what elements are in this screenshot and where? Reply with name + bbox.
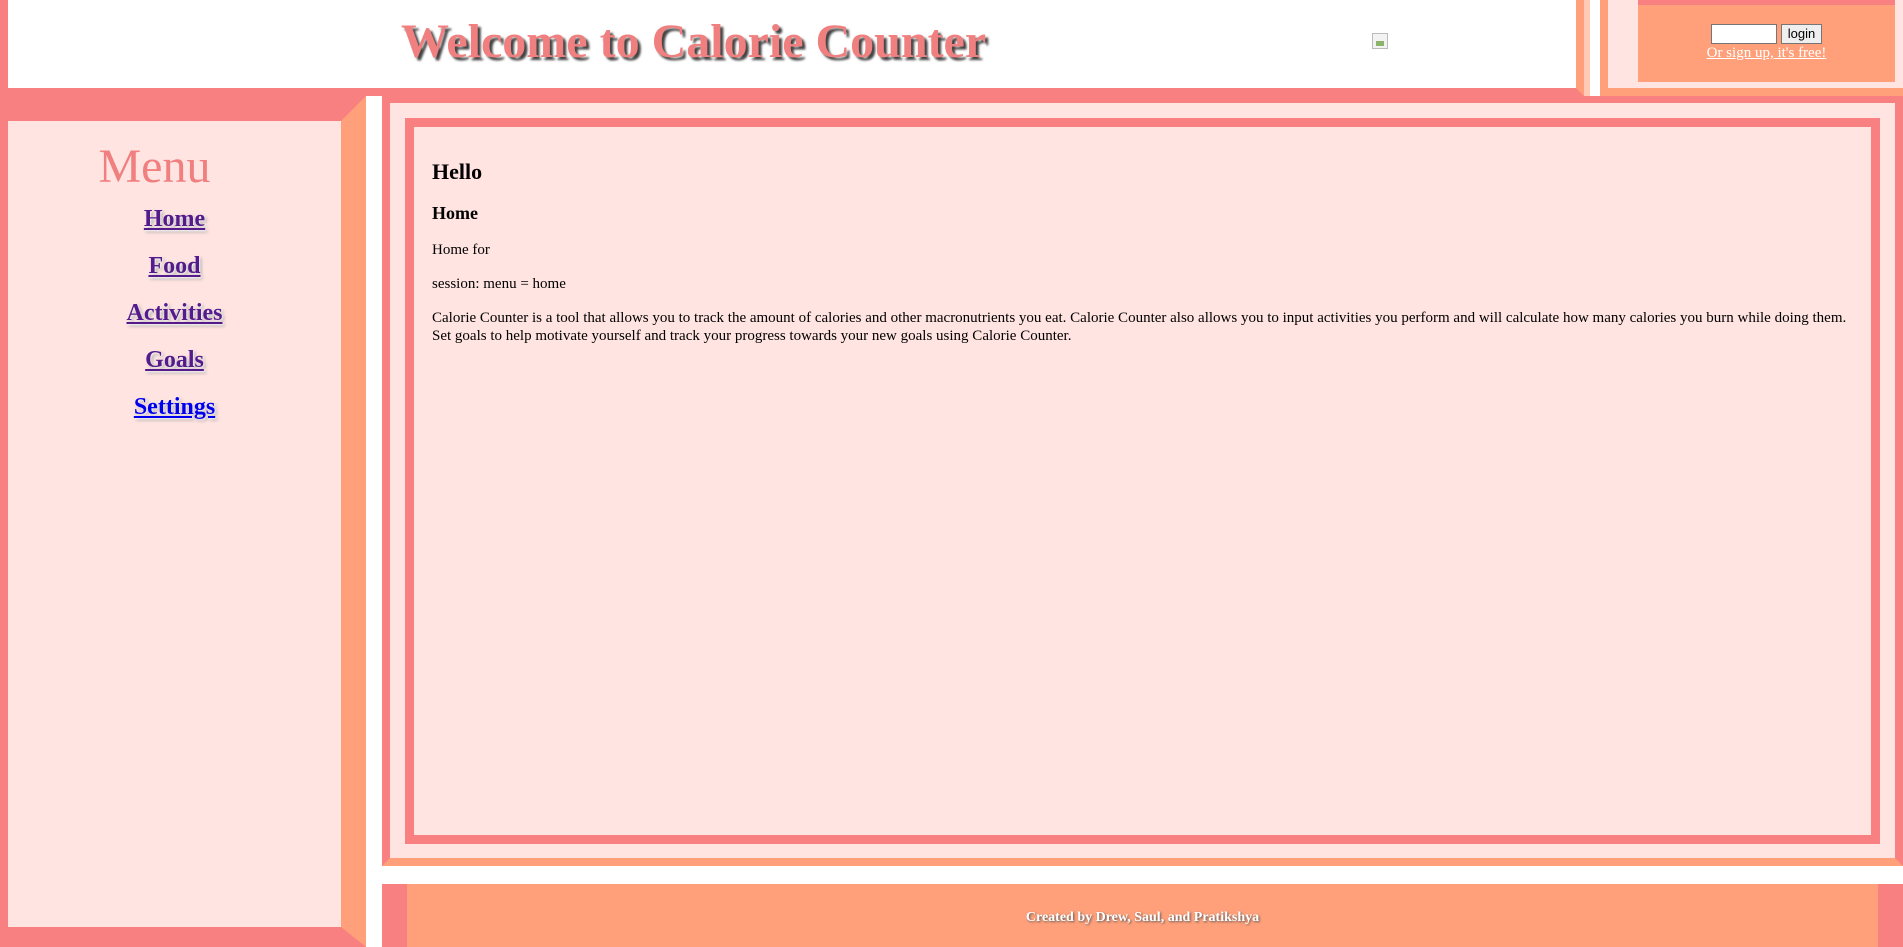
- main-content: Hello Home Home for session: menu = home…: [405, 118, 1880, 844]
- menu-link-food[interactable]: Food: [148, 253, 200, 279]
- login-form: login: [1638, 24, 1895, 44]
- menu-item-settings: Settings: [8, 394, 341, 441]
- menu-link-settings[interactable]: Settings: [134, 394, 215, 420]
- session-text: session: menu = home: [432, 275, 566, 292]
- menu-item-home: Home: [8, 206, 341, 253]
- section-heading: Home: [432, 203, 478, 224]
- home-for-text: Home for: [432, 241, 490, 258]
- login-panel: login Or sign up, it's free!: [1600, 0, 1903, 96]
- menu-title: Menu: [98, 140, 211, 193]
- header-gap: [1590, 0, 1600, 96]
- menu-item-activities: Activities: [8, 300, 341, 347]
- menu-item-goals: Goals: [8, 347, 341, 394]
- description-text: Calorie Counter is a tool that allows yo…: [432, 309, 1847, 344]
- greeting-heading: Hello: [432, 159, 483, 184]
- login-box: login Or sign up, it's free!: [1638, 0, 1895, 82]
- site-footer: Created by Drew, Saul, and Pratikshya: [382, 884, 1903, 947]
- broken-image-icon: [1372, 33, 1388, 49]
- main-content-frame: Hello Home Home for session: menu = home…: [382, 96, 1903, 866]
- login-button[interactable]: login: [1780, 24, 1823, 44]
- menu-item-food: Food: [8, 253, 341, 300]
- sidebar: Menu Home Food Activities Goals Settings: [0, 96, 366, 947]
- signup-link[interactable]: Or sign up, it's free!: [1638, 45, 1895, 62]
- menu-link-home[interactable]: Home: [144, 206, 205, 232]
- menu-link-goals[interactable]: Goals: [145, 347, 204, 373]
- menu-list: Home Food Activities Goals Settings: [8, 206, 341, 441]
- username-input[interactable]: [1710, 24, 1777, 44]
- site-header: Welcome to Calorie Counter: [0, 0, 1584, 96]
- footer-credits: Created by Drew, Saul, and Pratikshya: [1025, 910, 1260, 925]
- menu-link-activities[interactable]: Activities: [127, 300, 223, 326]
- page-title: Welcome to Calorie Counter: [401, 15, 987, 68]
